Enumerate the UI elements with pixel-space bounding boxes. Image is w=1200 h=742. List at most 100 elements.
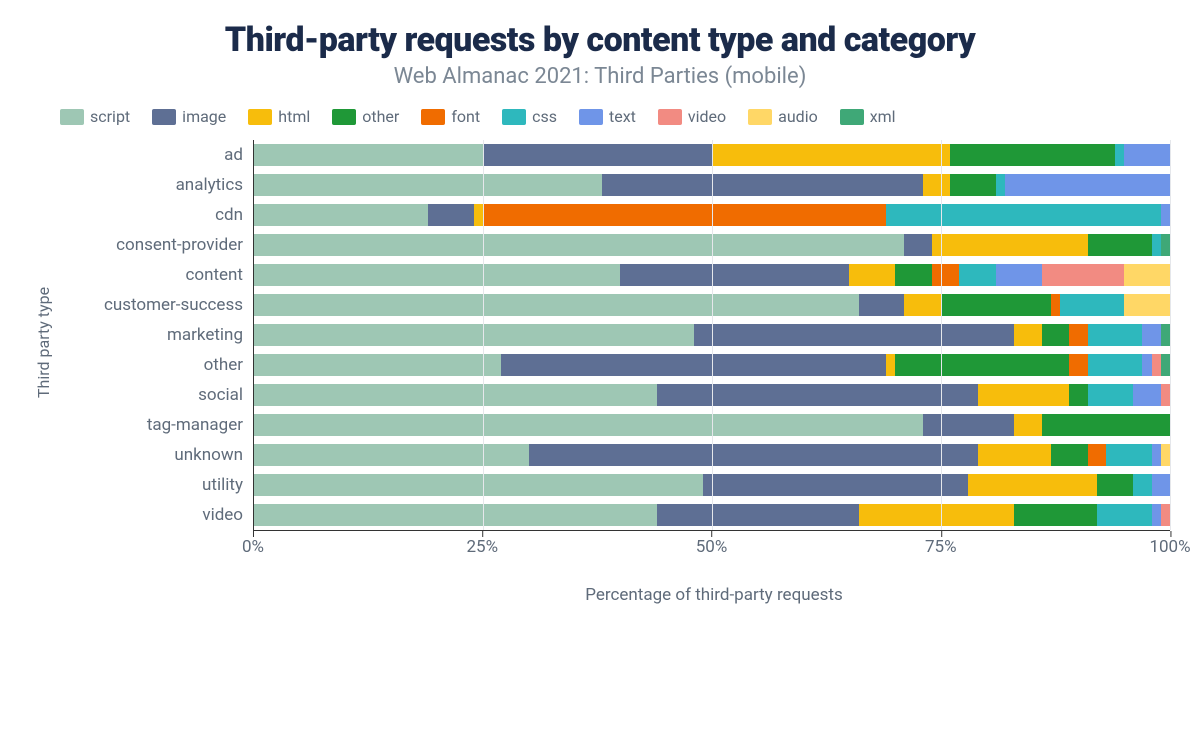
x-tick-label: 75%	[925, 537, 957, 557]
x-tick-label: 25%	[466, 537, 498, 557]
segment-xml	[1161, 234, 1170, 256]
segment-xml	[1161, 354, 1170, 376]
bar-row-video	[254, 500, 1170, 530]
segment-css	[1115, 144, 1124, 166]
x-tick: 100%	[1149, 537, 1190, 557]
segment-script	[254, 234, 904, 256]
segment-font	[932, 264, 959, 286]
segment-other	[1097, 474, 1134, 496]
bar-row-unknown	[254, 440, 1170, 470]
category-label: content	[53, 265, 253, 285]
bar-row-utility	[254, 470, 1170, 500]
stacked-bar	[254, 294, 1170, 316]
legend-item-other: other	[332, 107, 399, 126]
stacked-bar	[254, 174, 1170, 196]
legend-swatch	[658, 109, 682, 125]
stacked-bar	[254, 414, 1170, 436]
segment-video	[1161, 384, 1170, 406]
chart-subtitle: Web Almanac 2021: Third Parties (mobile)	[30, 64, 1170, 89]
legend-label: xml	[870, 107, 896, 126]
x-tick: 25%	[466, 537, 498, 557]
segment-text	[1161, 204, 1170, 226]
category-label: tag-manager	[53, 415, 253, 435]
chart-title: Third-party requests by content type and…	[30, 20, 1170, 60]
segment-xml	[1161, 324, 1170, 346]
segment-html	[932, 234, 1088, 256]
legend-item-text: text	[579, 107, 636, 126]
x-tick: 50%	[696, 537, 728, 557]
x-tick: 75%	[925, 537, 957, 557]
segment-image	[859, 294, 905, 316]
legend-item-html: html	[248, 107, 310, 126]
segment-html	[923, 174, 950, 196]
legend-swatch	[840, 109, 864, 125]
bar-row-marketing	[254, 320, 1170, 350]
bar-row-social	[254, 380, 1170, 410]
stacked-bar	[254, 504, 1170, 526]
segment-css	[959, 264, 996, 286]
legend-item-image: image	[152, 107, 226, 126]
legend-item-font: font	[421, 107, 480, 126]
bar-row-ad	[254, 140, 1170, 170]
segment-html	[1014, 414, 1041, 436]
y-axis-labels: adanalyticscdnconsent-providercontentcus…	[53, 140, 253, 561]
segment-html	[904, 294, 941, 316]
segment-image	[602, 174, 923, 196]
legend-swatch	[152, 109, 176, 125]
grid-line	[1170, 140, 1171, 530]
segment-html	[712, 144, 950, 166]
segment-other	[1014, 504, 1096, 526]
segment-script	[254, 444, 529, 466]
segment-script	[254, 264, 620, 286]
segment-html	[886, 354, 895, 376]
segment-css	[1060, 294, 1124, 316]
segment-html	[968, 474, 1096, 496]
category-label: customer-success	[53, 295, 253, 315]
category-label: unknown	[53, 445, 253, 465]
segment-text	[996, 264, 1042, 286]
x-axis-ticks: 0%25%50%75%100%	[253, 531, 1170, 561]
segment-script	[254, 294, 859, 316]
bars-area	[253, 140, 1170, 531]
legend-label: html	[278, 107, 310, 126]
segment-audio	[1161, 444, 1170, 466]
segment-image	[923, 414, 1015, 436]
bar-row-cdn	[254, 200, 1170, 230]
segment-css	[1088, 354, 1143, 376]
legend-label: audio	[778, 107, 818, 126]
segment-other	[941, 294, 1051, 316]
legend-item-audio: audio	[748, 107, 818, 126]
category-label: cdn	[53, 205, 253, 225]
bar-row-consent-provider	[254, 230, 1170, 260]
x-tick: 0%	[242, 537, 264, 557]
segment-image	[529, 444, 978, 466]
stacked-bar	[254, 264, 1170, 286]
segment-image	[620, 264, 849, 286]
segment-image	[483, 144, 712, 166]
segment-script	[254, 144, 483, 166]
segment-html	[474, 204, 483, 226]
segment-text	[1005, 174, 1170, 196]
segment-html	[978, 444, 1051, 466]
segment-image	[904, 234, 931, 256]
category-label: analytics	[53, 175, 253, 195]
segment-image	[657, 504, 859, 526]
category-label: consent-provider	[53, 235, 253, 255]
segment-html	[849, 264, 895, 286]
segment-other	[895, 354, 1069, 376]
segment-image	[501, 354, 886, 376]
segment-text	[1152, 444, 1161, 466]
segment-script	[254, 324, 694, 346]
category-label: utility	[53, 475, 253, 495]
segment-html	[859, 504, 1015, 526]
segment-css	[1097, 504, 1152, 526]
segment-css	[886, 204, 1161, 226]
legend-label: video	[688, 107, 726, 126]
category-label: marketing	[53, 325, 253, 345]
segment-other	[1042, 414, 1170, 436]
x-axis-title: Percentage of third-party requests	[258, 585, 1170, 605]
segment-other	[1069, 384, 1087, 406]
segment-text	[1142, 354, 1151, 376]
legend-label: css	[532, 107, 557, 126]
bar-row-analytics	[254, 170, 1170, 200]
